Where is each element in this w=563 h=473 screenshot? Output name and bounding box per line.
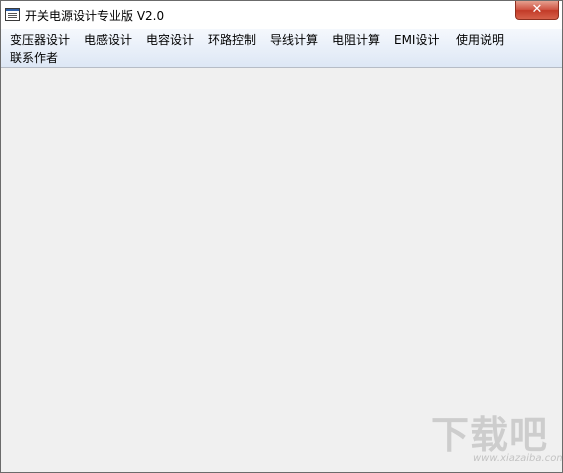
watermark-logo: 下载吧	[431, 413, 549, 457]
menu-transformer-design[interactable]: 变压器设计	[10, 32, 70, 48]
window-title: 开关电源设计专业版 V2.0	[25, 9, 165, 23]
close-button[interactable]: ✕	[515, 1, 559, 20]
close-icon: ✕	[531, 2, 543, 17]
menu-capacitor-design[interactable]: 电容设计	[146, 32, 194, 48]
menu-contact-author[interactable]: 联系作者	[10, 50, 58, 66]
menu-inductor-design[interactable]: 电感设计	[84, 32, 132, 48]
title-bar[interactable]: 开关电源设计专业版 V2.0 ✕	[1, 1, 562, 29]
menu-resistor-calculation[interactable]: 电阻计算	[332, 32, 380, 48]
app-window: 开关电源设计专业版 V2.0 ✕ 变压器设计 电感设计 电容设计 环路控制 导线…	[0, 0, 563, 473]
menu-usage-instructions[interactable]: 使用说明	[456, 32, 504, 48]
menu-emi-design[interactable]: EMI设计	[394, 32, 439, 48]
watermark-url: www.xiazaiba.com	[473, 453, 563, 464]
app-icon	[5, 8, 20, 21]
menu-loop-control[interactable]: 环路控制	[208, 32, 256, 48]
menu-wire-calculation[interactable]: 导线计算	[270, 32, 318, 48]
menu-bar: 变压器设计 电感设计 电容设计 环路控制 导线计算 电阻计算 EMI设计 使用说…	[1, 29, 562, 68]
